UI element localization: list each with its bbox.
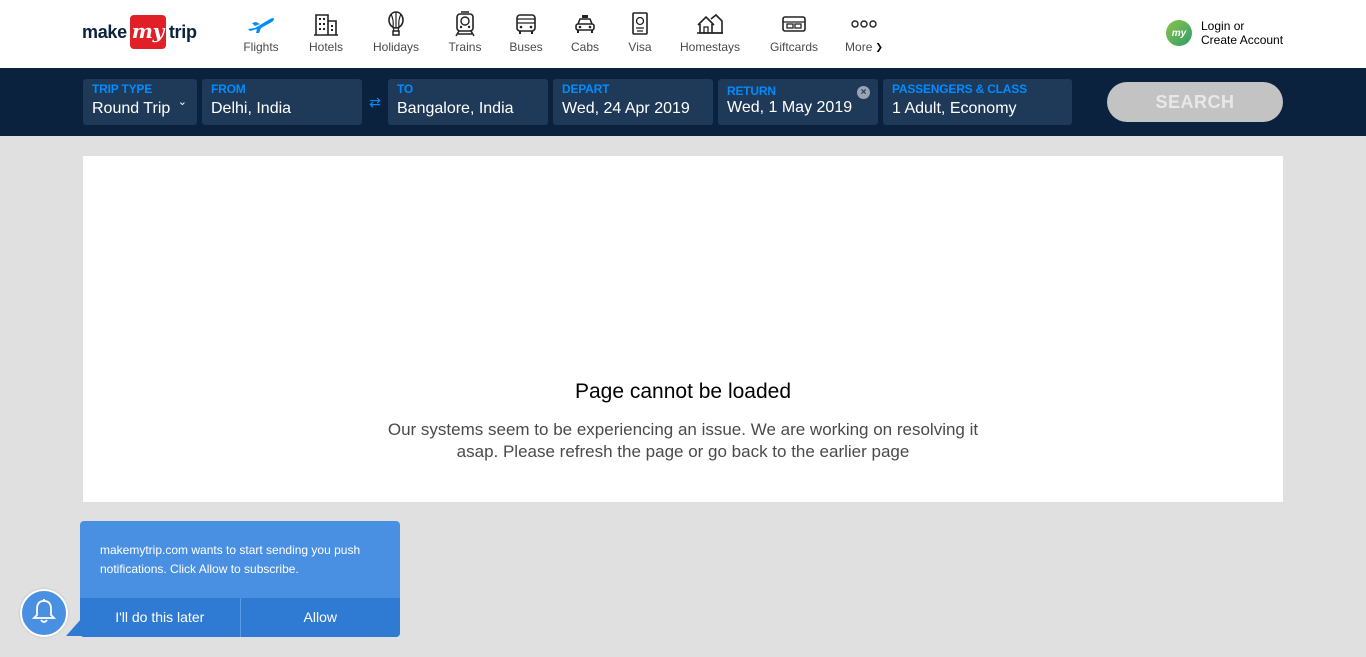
nav-item-visa[interactable]: Visa [616,10,664,60]
nav-item-more[interactable]: More ❯ [832,10,896,60]
login-create-account[interactable]: my Login or Create Account [1166,19,1283,47]
return-label: RETURN [727,84,776,98]
depart-label: DEPART [562,82,610,96]
nav-item-holidays[interactable]: Holidays [360,10,432,60]
hotel-icon [310,10,342,38]
nav-item-buses[interactable]: Buses [498,10,554,60]
clear-return-icon[interactable]: × [857,86,870,99]
train-icon [449,10,481,38]
swap-icon[interactable]: ⇄ [366,93,384,111]
chevron-down-icon: ⌄ [177,96,187,108]
return-value: Wed, 1 May 2019 [727,99,853,116]
to-label: TO [397,82,414,96]
trip-type-label: TRIP TYPE [92,82,152,96]
notification-bell-button[interactable] [20,589,68,637]
error-card: Page cannot be loaded Our systems seem t… [83,156,1283,502]
push-buttons: I'll do this later Allow [80,598,400,637]
passengers-class-field[interactable]: PASSENGERS & CLASS 1 Adult, Economy [883,79,1072,125]
push-message: makemytrip.com wants to start sending yo… [100,543,361,576]
main-nav: Flights Hotels Holidays Trains Buses Cab… [230,10,896,60]
login-text: Login or Create Account [1201,19,1283,47]
nav-item-hotels[interactable]: Hotels [292,10,360,60]
nav-item-cabs[interactable]: Cabs [554,10,616,60]
login-line: Login or [1201,19,1245,33]
return-date-field[interactable]: RETURN Wed, 1 May 2019 × [718,79,878,125]
depart-date-field[interactable]: DEPART Wed, 24 Apr 2019 [553,79,713,125]
bell-icon [31,598,57,629]
error-title: Page cannot be loaded [574,380,792,403]
logo-my-badge: my [129,15,166,49]
to-value: Bangalore, India [397,100,514,117]
nav-label-cabs: Cabs [570,40,599,54]
depart-value: Wed, 24 Apr 2019 [562,100,690,117]
from-label: FROM [211,82,246,96]
nav-label-trains: Trains [448,40,482,54]
nav-label-flights: Flights [243,40,279,54]
nav-label-visa: Visa [628,40,652,54]
more-dots-icon [848,10,880,38]
search-button[interactable]: SEARCH [1107,82,1283,122]
from-value: Delhi, India [211,100,292,117]
nav-label-hotels: Hotels [308,40,343,54]
passport-icon [624,10,656,38]
avatar: my [1166,20,1192,46]
trip-type-dropdown[interactable]: TRIP TYPE Round Trip ⌄ [83,79,197,125]
prompt-tail [66,618,82,636]
flight-icon [245,10,277,38]
logo-make-text: make [82,21,127,42]
to-field[interactable]: TO Bangalore, India [388,79,548,125]
passengers-label: PASSENGERS & CLASS [892,82,1027,96]
top-header: make my trip Flights Hotels Holidays Tra… [0,0,1366,68]
nav-item-trains[interactable]: Trains [432,10,498,60]
nav-label-holidays: Holidays [372,40,420,54]
giftcard-icon [778,10,810,38]
homestay-icon [694,10,726,38]
nav-label-buses: Buses [509,40,543,54]
allow-button[interactable]: Allow [239,598,400,637]
logo-trip-text: trip [168,21,197,42]
from-field[interactable]: FROM Delhi, India [202,79,362,125]
nav-label-homestays: Homestays [679,40,741,54]
push-notification-prompt: makemytrip.com wants to start sending yo… [80,521,400,637]
nav-item-giftcards[interactable]: Giftcards [756,10,832,60]
cab-icon [569,10,601,38]
create-account-line: Create Account [1201,33,1284,47]
balloon-icon [380,10,412,38]
chevron-down-icon: ❯ [875,41,883,52]
passengers-value: 1 Adult, Economy [892,100,1017,117]
makemytrip-logo[interactable]: make my trip [82,14,197,50]
bus-icon [510,10,542,38]
nav-item-flights[interactable]: Flights [230,10,292,60]
nav-label-giftcards: Giftcards [769,40,818,54]
trip-type-value: Round Trip [92,100,171,117]
more-label: More [845,40,873,54]
nav-label-more: More ❯ [845,40,883,54]
later-button[interactable]: I'll do this later [80,598,240,637]
nav-item-homestays[interactable]: Homestays [664,10,756,60]
error-message: Our systems seem to be experiencing an i… [387,420,979,461]
